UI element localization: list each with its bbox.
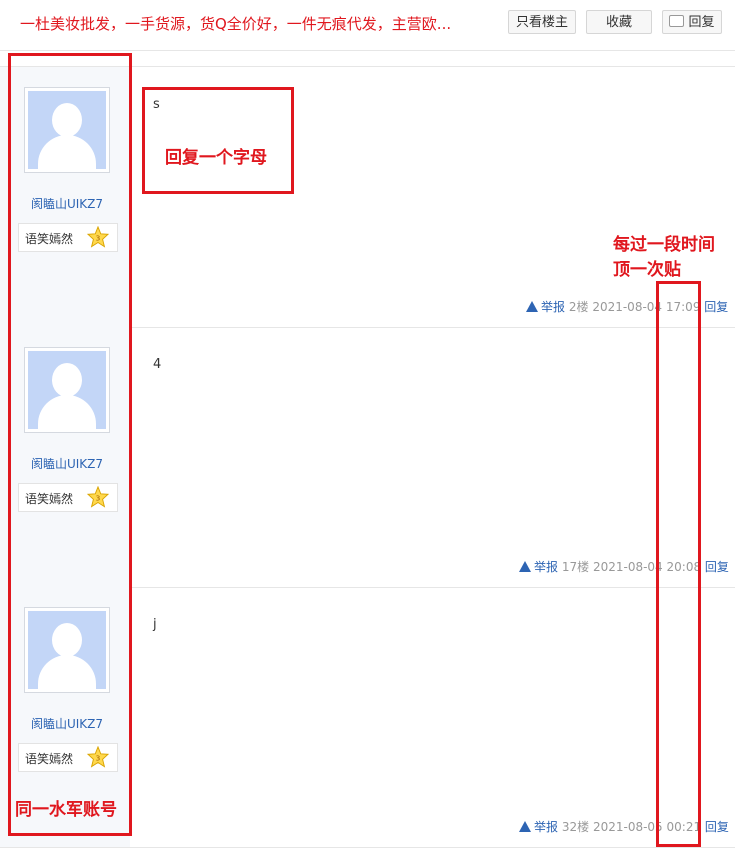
reply-button-label: 回复 xyxy=(688,15,715,30)
report-link[interactable]: 举报 xyxy=(519,560,558,574)
thread-title[interactable]: 一杜美妆批发，一手货源，货Q全价好，一件无痕代发，主营欧... xyxy=(20,13,490,34)
reply-link[interactable]: 回复 xyxy=(704,300,728,314)
comment-icon xyxy=(669,15,685,27)
report-link[interactable]: 举报 xyxy=(519,820,558,834)
warning-icon xyxy=(519,821,531,832)
annotation-reply-letter: 回复一个字母 xyxy=(165,148,267,168)
post-content: 4 xyxy=(153,357,162,372)
warning-icon xyxy=(526,301,538,312)
annotation-bump-line2: 顶一次贴 xyxy=(613,260,681,280)
favorite-button[interactable]: 收藏 xyxy=(586,10,652,34)
annotation-same-account: 同一水军账号 xyxy=(15,800,117,820)
floor-number: 17楼 xyxy=(561,560,590,574)
annotation-box-accounts xyxy=(8,53,132,836)
thread-header: 一杜美妆批发，一手货源，货Q全价好，一件无痕代发，主营欧... 只看楼主 收藏 … xyxy=(0,0,735,51)
annotation-box-timestamps xyxy=(656,281,701,847)
report-link[interactable]: 举报 xyxy=(526,300,565,314)
reply-link[interactable]: 回复 xyxy=(705,560,729,574)
annotation-bump-line1: 每过一段时间 xyxy=(613,235,715,255)
annotation-box-content xyxy=(142,87,294,194)
warning-icon xyxy=(519,561,531,572)
floor-number: 2楼 xyxy=(568,300,589,314)
only-owner-button[interactable]: 只看楼主 xyxy=(508,10,576,34)
reply-link[interactable]: 回复 xyxy=(705,820,729,834)
reply-button[interactable]: 回复 xyxy=(662,10,722,34)
post-content: j xyxy=(153,617,157,632)
floor-number: 32楼 xyxy=(561,820,590,834)
